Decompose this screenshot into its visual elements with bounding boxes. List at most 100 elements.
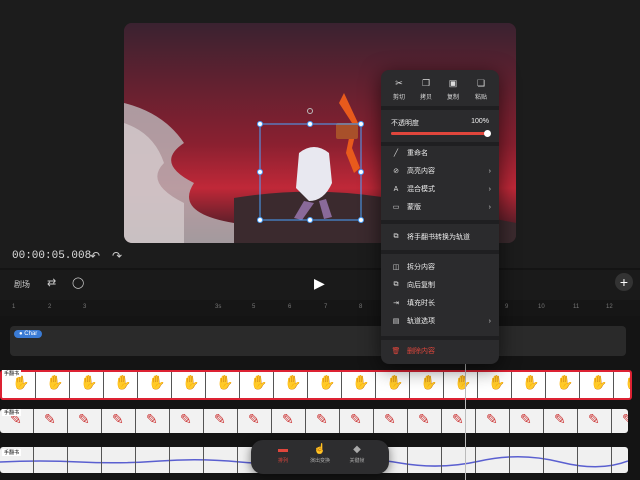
flipbook-frame[interactable] bbox=[34, 447, 68, 473]
flipbook-frame[interactable]: ✎ bbox=[544, 409, 578, 433]
char-chip-label: Char bbox=[24, 331, 38, 337]
flipbook-frame[interactable] bbox=[170, 447, 204, 473]
menu-item-highlight[interactable]: ⊘ 高亮内容 › bbox=[391, 166, 491, 176]
flipbook-frame[interactable] bbox=[442, 447, 476, 473]
flipbook-frame[interactable]: ✋ bbox=[478, 372, 512, 398]
flipbook-frame[interactable]: ✎ bbox=[510, 409, 544, 433]
flipbook-frame[interactable]: ✋ bbox=[614, 372, 630, 398]
flipbook-frame[interactable]: ✎ bbox=[442, 409, 476, 433]
ruler-tick: 9 bbox=[505, 304, 509, 310]
character-track[interactable] bbox=[10, 326, 626, 356]
track-label: 手翻书 bbox=[2, 449, 22, 456]
flipbook-frame[interactable] bbox=[510, 447, 544, 473]
flipbook-frame[interactable]: ✋ bbox=[546, 372, 580, 398]
dock-label: 关键帧 bbox=[349, 458, 365, 464]
ruler-tick: 3 bbox=[83, 304, 87, 310]
copy-label: 拷贝 bbox=[419, 95, 432, 101]
opacity-slider[interactable] bbox=[391, 130, 491, 137]
menu-item-split[interactable]: ◫ 拆分内容 bbox=[391, 262, 491, 272]
play-icon[interactable]: ▶ bbox=[314, 275, 325, 292]
character-thumbnail-icon: ✋ bbox=[250, 374, 268, 390]
redo-icon[interactable]: ↷ bbox=[112, 249, 122, 263]
sliders-icon[interactable]: ⇄ bbox=[47, 276, 56, 289]
dock-motion[interactable]: ☝ 演出变换 bbox=[302, 444, 338, 464]
dock-keyframe[interactable]: ◆ 关键帧 bbox=[339, 444, 375, 464]
cut-button[interactable]: ✂ 剪切 bbox=[387, 78, 411, 101]
flipbook-frame[interactable]: ✎ bbox=[34, 409, 68, 433]
undo-icon[interactable]: ↶ bbox=[90, 249, 100, 263]
character-thumbnail-icon: ✋ bbox=[80, 374, 98, 390]
flipbook-frame[interactable]: ✎ bbox=[374, 409, 408, 433]
flipbook-frame[interactable]: ✋ bbox=[308, 372, 342, 398]
ruler-tick: 3s bbox=[215, 304, 222, 310]
menu-item-rename[interactable]: ╱ 重命名 bbox=[391, 148, 491, 158]
flipbook-frame[interactable]: ✋ bbox=[70, 372, 104, 398]
flipbook-frame[interactable]: ✎ bbox=[272, 409, 306, 433]
flipbook-frame[interactable] bbox=[612, 447, 628, 473]
flipbook-frame[interactable]: ✋ bbox=[172, 372, 206, 398]
dock-arrange[interactable]: ▬ 排列 bbox=[265, 444, 301, 464]
character-thumbnail-icon: ✋ bbox=[182, 374, 200, 390]
flipbook-frame[interactable]: ✎ bbox=[68, 409, 102, 433]
plus-icon[interactable]: + bbox=[615, 273, 633, 291]
flipbook-frame[interactable]: ✎ bbox=[476, 409, 510, 433]
chevron-right-icon: › bbox=[488, 317, 491, 325]
flipbook-track-selected[interactable]: ✋✋✋✋✋✋✋✋✋✋✋✋✋✋✋✋✋✋✋ bbox=[0, 370, 632, 400]
flipbook-frame[interactable] bbox=[408, 447, 442, 473]
flipbook-frame[interactable]: ✋ bbox=[410, 372, 444, 398]
flipbook-frame[interactable]: ✋ bbox=[444, 372, 478, 398]
comment-icon[interactable]: ◯ bbox=[72, 276, 84, 289]
flipbook-track[interactable]: ✎ ✎ ✎ ✎ ✎ ✎ ✎ ✎ ✎ ✎ ✎ ✎ ✎ ✎ ✎ ✎ ✎ ✎ ✎ bbox=[0, 409, 628, 433]
character-thumbnail-icon: ✋ bbox=[284, 374, 302, 390]
flipbook-frame[interactable]: ✎ bbox=[170, 409, 204, 433]
character-thumbnail-icon: ✎ bbox=[588, 411, 600, 427]
menu-item-fill-duration[interactable]: ⇥ 填充时长 bbox=[391, 298, 491, 308]
menu-item-mask[interactable]: ▭ 蒙版 › bbox=[391, 202, 491, 212]
scene-button[interactable]: 剧场 bbox=[14, 279, 30, 290]
flipbook-frame[interactable]: ✋ bbox=[376, 372, 410, 398]
character-chip[interactable]: ● Char bbox=[14, 330, 43, 338]
flipbook-frame[interactable]: ✎ bbox=[136, 409, 170, 433]
divider bbox=[381, 106, 499, 110]
flipbook-frame[interactable]: ✋ bbox=[36, 372, 70, 398]
flipbook-frame[interactable]: ✋ bbox=[138, 372, 172, 398]
flipbook-frame[interactable]: ✎ bbox=[578, 409, 612, 433]
time-ruler[interactable]: 1 2 3 3s 5 6 7 8 9 10 11 12 bbox=[0, 300, 640, 316]
flipbook-frame[interactable]: ✎ bbox=[340, 409, 374, 433]
duplicate-button[interactable]: ▣ 复制 bbox=[441, 78, 465, 101]
menu-item-blend-mode[interactable]: A 混合模式 › bbox=[391, 184, 491, 194]
flipbook-frame[interactable]: ✎ bbox=[408, 409, 442, 433]
flipbook-frame[interactable] bbox=[102, 447, 136, 473]
fill-duration-icon: ⇥ bbox=[393, 300, 399, 307]
flipbook-frame[interactable] bbox=[204, 447, 238, 473]
flipbook-frame[interactable] bbox=[578, 447, 612, 473]
character-thumbnail-icon: ✎ bbox=[214, 411, 226, 427]
menu-item-track-options[interactable]: ▤ 轨道选项 › bbox=[391, 316, 491, 326]
dock-label: 排列 bbox=[277, 458, 288, 464]
menu-item-copy-forward[interactable]: ⧉ 向后复制 bbox=[391, 280, 491, 290]
menu-item-delete[interactable]: 🗑 删除内容 bbox=[391, 346, 491, 356]
menu-item-convert-to-track[interactable]: ⧉ 将手翻书转换为轨道 bbox=[391, 232, 491, 242]
flipbook-frame[interactable]: ✋ bbox=[240, 372, 274, 398]
split-icon: ◫ bbox=[392, 264, 400, 271]
character-thumbnail-icon: ✋ bbox=[522, 374, 540, 390]
flipbook-frame[interactable]: ✋ bbox=[580, 372, 614, 398]
opacity-slider-thumb[interactable] bbox=[484, 130, 491, 137]
flipbook-frame[interactable] bbox=[68, 447, 102, 473]
flipbook-frame[interactable] bbox=[136, 447, 170, 473]
flipbook-frame[interactable] bbox=[544, 447, 578, 473]
flipbook-frame[interactable]: ✋ bbox=[512, 372, 546, 398]
flipbook-frame[interactable] bbox=[476, 447, 510, 473]
paste-button[interactable]: ❏ 粘贴 bbox=[469, 78, 493, 101]
flipbook-frame[interactable]: ✋ bbox=[342, 372, 376, 398]
flipbook-frame[interactable]: ✎ bbox=[306, 409, 340, 433]
ruler-tick: 5 bbox=[252, 304, 256, 310]
flipbook-frame[interactable]: ✎ bbox=[612, 409, 628, 433]
flipbook-frame[interactable]: ✎ bbox=[204, 409, 238, 433]
flipbook-frame[interactable]: ✎ bbox=[238, 409, 272, 433]
flipbook-frame[interactable]: ✎ bbox=[102, 409, 136, 433]
copy-button[interactable]: ❐ 拷贝 bbox=[414, 78, 438, 101]
flipbook-frame[interactable]: ✋ bbox=[104, 372, 138, 398]
flipbook-frame[interactable]: ✋ bbox=[274, 372, 308, 398]
flipbook-frame[interactable]: ✋ bbox=[206, 372, 240, 398]
